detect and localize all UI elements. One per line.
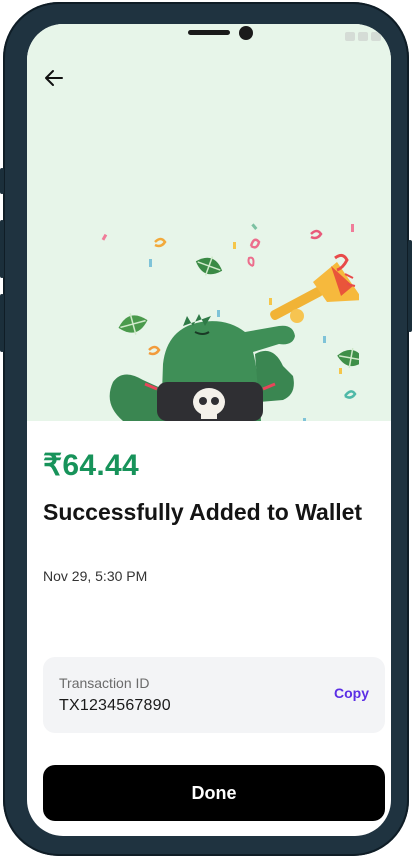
power-button — [408, 240, 412, 332]
success-title: Successfully Added to Wallet — [43, 499, 363, 525]
phone-frame: ₹64.44 Successfully Added to Wallet Nov … — [0, 2, 412, 856]
back-button[interactable] — [41, 66, 67, 90]
volume-down-button — [0, 294, 4, 352]
transaction-datetime: Nov 29, 5:30 PM — [43, 568, 148, 584]
crocodile-trumpet-illustration — [101, 223, 359, 421]
speaker-grille — [188, 30, 230, 35]
amount-value: ₹64.44 — [43, 449, 139, 482]
mute-switch — [0, 168, 4, 194]
hero-banner — [27, 24, 391, 421]
arrow-left-icon — [45, 70, 63, 86]
trumpet — [270, 253, 359, 323]
battery-icon — [371, 32, 381, 41]
transaction-id-label: Transaction ID — [59, 675, 150, 691]
copy-button[interactable]: Copy — [334, 685, 369, 701]
screen: ₹64.44 Successfully Added to Wallet Nov … — [27, 24, 391, 836]
done-button[interactable]: Done — [43, 765, 385, 821]
transaction-card: Transaction ID TX1234567890 Copy — [43, 657, 385, 733]
transaction-id-value: TX1234567890 — [59, 697, 171, 714]
signal-icon — [345, 32, 355, 41]
volume-up-button — [0, 220, 4, 278]
wifi-icon — [358, 32, 368, 41]
status-bar-icons — [345, 32, 381, 41]
front-camera — [239, 26, 253, 40]
